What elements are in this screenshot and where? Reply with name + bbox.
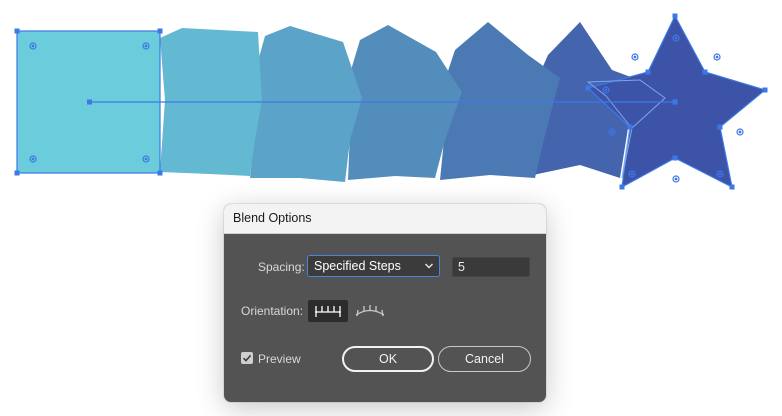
check-icon (242, 354, 252, 362)
spine-start-handle[interactable] (87, 99, 92, 105)
align-to-page-icon (315, 306, 341, 317)
blend-step-2 (250, 26, 362, 182)
align-to-path-icon (355, 305, 385, 317)
dialog-title: Blend Options (224, 204, 546, 234)
steps-input[interactable]: 5 (452, 257, 530, 277)
spine-end-handle[interactable] (672, 99, 678, 105)
blend-options-dialog: Blend Options Spacing: Specified Steps 5… (224, 204, 546, 402)
spacing-select[interactable]: Specified Steps (307, 255, 440, 277)
spacing-label: Spacing: (258, 260, 305, 274)
preview-label: Preview (258, 352, 301, 366)
orientation-label: Orientation: (241, 304, 304, 318)
align-to-page-button[interactable] (308, 300, 348, 322)
align-to-path-button[interactable] (350, 300, 390, 322)
ok-button[interactable]: OK (342, 346, 434, 372)
spacing-select-value: Specified Steps (314, 259, 401, 273)
cancel-button[interactable]: Cancel (438, 346, 531, 372)
artboard[interactable] (0, 0, 782, 200)
chevron-down-icon (424, 256, 434, 284)
preview-checkbox[interactable] (241, 352, 253, 364)
